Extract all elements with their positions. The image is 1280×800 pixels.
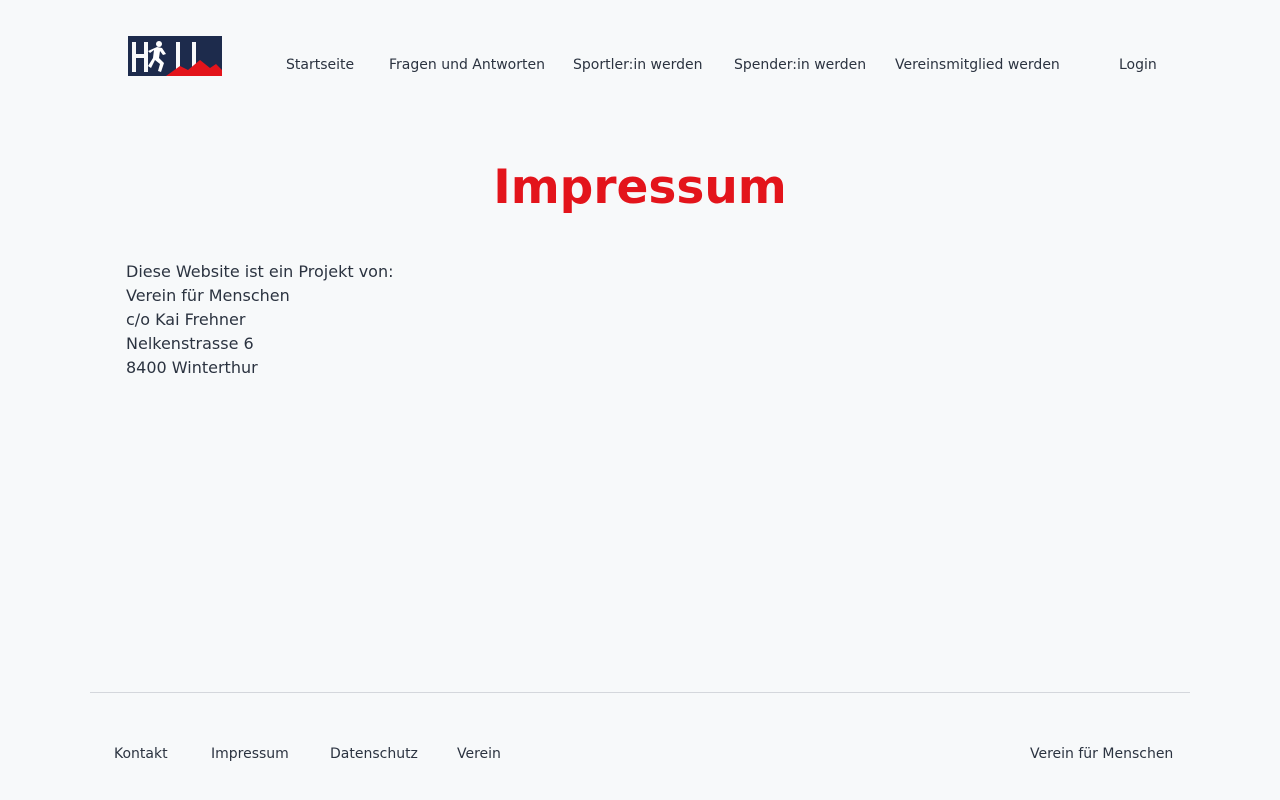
nav-item-spender-werden[interactable]: Spender:in werden — [734, 55, 866, 75]
login-link[interactable]: Login — [1119, 55, 1157, 75]
address-line-intro: Diese Website ist ein Projekt von: — [126, 262, 394, 281]
footer-org-link[interactable]: Verein für Menschen — [1030, 744, 1173, 764]
nav-item-vereinsmitglied-werden[interactable]: Vereinsmitglied werden — [895, 55, 1060, 75]
address-line-street: Nelkenstrasse 6 — [126, 334, 254, 353]
hfm-logo-icon — [128, 36, 222, 76]
address-line-contact: c/o Kai Frehner — [126, 310, 246, 329]
footer-link-kontakt[interactable]: Kontakt — [114, 744, 168, 764]
imprint-address: Diese Website ist ein Projekt von: Verei… — [126, 260, 393, 380]
nav-item-fragen-und-antworten[interactable]: Fragen und Antworten — [389, 55, 545, 75]
page-title: Impressum — [493, 160, 787, 215]
address-line-city: 8400 Winterthur — [126, 358, 258, 377]
site-header: Startseite Fragen und Antworten Sportler… — [0, 0, 1280, 130]
nav-item-startseite[interactable]: Startseite — [286, 55, 354, 75]
nav-item-sportler-werden[interactable]: Sportler:in werden — [573, 55, 702, 75]
footer-link-datenschutz[interactable]: Datenschutz — [330, 744, 418, 764]
address-line-organization: Verein für Menschen — [126, 286, 290, 305]
footer-link-verein[interactable]: Verein — [457, 744, 501, 764]
footer-divider — [90, 692, 1190, 693]
footer-link-impressum[interactable]: Impressum — [211, 744, 289, 764]
